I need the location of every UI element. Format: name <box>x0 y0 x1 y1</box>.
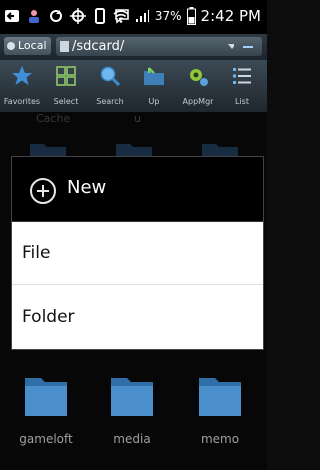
toolbar-select[interactable]: Select <box>44 60 88 112</box>
toolbar-label: Favorites <box>3 97 41 106</box>
local-storage-label: Local <box>18 39 47 52</box>
folder-label[interactable]: memo <box>185 432 255 446</box>
wifi-icon <box>113 10 129 23</box>
notification-app-icon <box>5 10 19 22</box>
gear-icon <box>190 69 208 86</box>
local-storage-button[interactable]: Local <box>4 37 51 55</box>
toolbar-label: List <box>235 97 249 106</box>
dialog-title: New <box>67 177 107 198</box>
signal-icon <box>135 10 149 22</box>
status-icons-right: 37% 2:42 PM <box>113 7 261 25</box>
folder-up-icon <box>144 67 164 85</box>
status-bar: 37% 2:42 PM <box>0 0 267 34</box>
folder-icon[interactable] <box>196 368 244 420</box>
toolbar: Favorites Select Search Up AppMgr List <box>0 60 267 112</box>
clock: 2:42 PM <box>200 7 261 25</box>
new-folder-option[interactable]: Folder <box>12 286 263 349</box>
folder-icon[interactable] <box>108 368 156 420</box>
folder-label[interactable]: gameloft <box>11 432 81 446</box>
plus-circle-icon <box>30 178 56 204</box>
grid-icon <box>56 66 76 86</box>
path-dropdown[interactable]: /sdcard/ <box>56 37 244 56</box>
folder-icon <box>60 41 69 52</box>
phone-icon <box>95 8 105 24</box>
new-file-option[interactable]: File <box>12 222 263 285</box>
list-icon <box>233 68 251 84</box>
current-path: /sdcard/ <box>72 39 125 54</box>
status-icons-left <box>4 8 130 24</box>
toolbar-up[interactable]: Up <box>132 60 176 112</box>
battery-percent: 37% <box>154 9 182 23</box>
star-icon <box>12 66 32 85</box>
magnifier-icon <box>100 66 121 87</box>
new-dialog: New File Folder <box>12 157 263 349</box>
toolbar-label: AppMgr <box>182 97 214 106</box>
battery-icon <box>186 7 196 25</box>
toolbar-label: Up <box>148 97 160 106</box>
toolbar-search[interactable]: Search <box>88 60 132 112</box>
dialog-header: New <box>12 157 263 222</box>
toolbar-favorites[interactable]: Favorites <box>0 60 44 112</box>
storage-dot-icon <box>7 42 15 50</box>
gps-icon <box>70 8 86 24</box>
collapse-button[interactable] <box>234 37 262 56</box>
toolbar-appmgr[interactable]: AppMgr <box>176 60 220 112</box>
folder-icon[interactable] <box>22 368 70 420</box>
person-icon <box>29 10 39 23</box>
sync-icon <box>50 10 62 22</box>
toolbar-list[interactable]: List <box>220 60 264 112</box>
toolbar-label: Select <box>53 97 79 106</box>
path-bar: Local /sdcard/ <box>0 34 267 61</box>
folder-label[interactable]: media <box>97 432 167 446</box>
toolbar-label: Search <box>96 97 124 106</box>
